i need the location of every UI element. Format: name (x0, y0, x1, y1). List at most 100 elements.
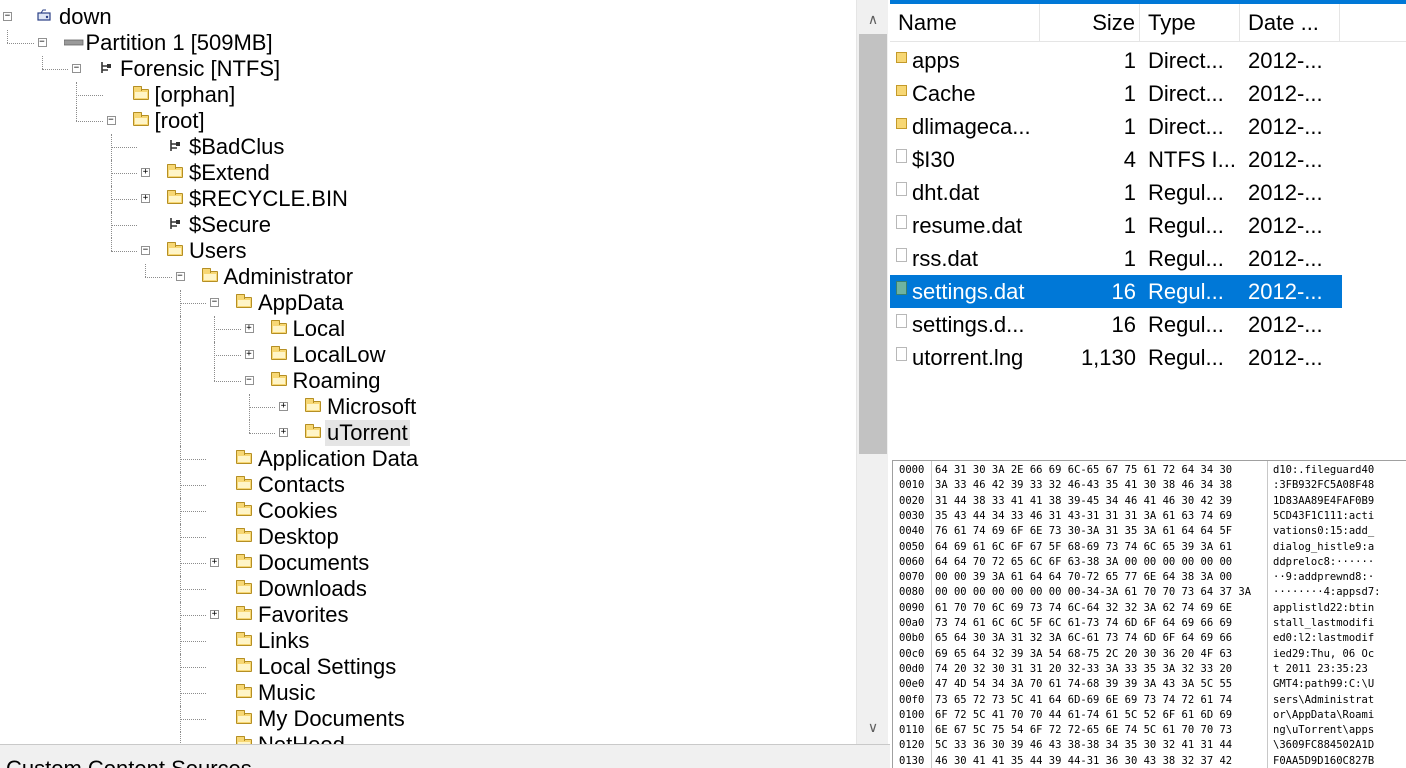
expand-icon[interactable]: + (210, 610, 219, 619)
hex-bytes: 76 61 74 69 6F 6E 73 30-3A 31 35 3A 61 6… (935, 525, 1233, 538)
tree-node[interactable]: NetHood (0, 732, 856, 744)
collapse-icon[interactable]: − (244, 376, 254, 385)
tree-node-label[interactable]: NetHood (256, 732, 347, 744)
tree-node[interactable]: + Favorites (0, 602, 856, 628)
tree-connector-line (214, 329, 241, 330)
tree-node[interactable]: Application Data (0, 446, 856, 472)
system-file-icon (167, 217, 183, 231)
collapse-icon[interactable]: − (141, 246, 150, 255)
collapse-icon[interactable]: − (106, 116, 116, 125)
tree-node[interactable]: − Forensic [NTFS] (0, 56, 856, 82)
tree-node[interactable]: − AppData (0, 290, 856, 316)
tree-node[interactable]: − Partition 1 [509MB] (0, 30, 856, 56)
tree-node[interactable]: − down (0, 4, 856, 30)
tree-node[interactable]: Desktop (0, 524, 856, 550)
tree-node[interactable]: Contacts (0, 472, 856, 498)
file-list[interactable]: Name Size Type Date ... apps 1 Direct... 20… (890, 4, 1406, 456)
tree-node-label[interactable]: Cookies (256, 498, 339, 524)
column-header-name[interactable]: Name (890, 4, 1040, 42)
hex-viewer[interactable]: 0000 64 31 30 3A 2E 66 69 6C-65 67 75 61 … (892, 460, 1406, 768)
file-row[interactable]: settings.d... 16 Regul... 2012-... (890, 308, 1342, 341)
file-row[interactable]: apps 1 Direct... 2012-... (890, 44, 1342, 77)
tree-node[interactable]: + Local (0, 316, 856, 342)
tree-node-label[interactable]: $RECYCLE.BIN (187, 186, 350, 212)
tree-node-label[interactable]: $Extend (187, 160, 272, 186)
file-row[interactable]: dlimageca... 1 Direct... 2012-... (890, 110, 1342, 143)
tree-node-label[interactable]: down (57, 4, 114, 30)
scrollbar-thumb[interactable] (859, 34, 887, 454)
collapse-icon[interactable]: − (210, 298, 219, 307)
collapse-icon[interactable]: − (175, 272, 185, 281)
tree-node-label[interactable]: Application Data (256, 446, 420, 472)
tree-node-label[interactable]: Desktop (256, 524, 341, 550)
collapse-icon[interactable]: − (3, 12, 12, 21)
collapse-icon[interactable]: − (37, 38, 47, 47)
tree-node[interactable]: + Microsoft (0, 394, 856, 420)
folder-tree[interactable]: − down − Partition 1 [509MB] − Forensic [NTFS… (0, 4, 856, 744)
tree-node-label[interactable]: Local (291, 316, 348, 342)
tree-node[interactable]: − Roaming (0, 368, 856, 394)
tree-node-label[interactable]: Roaming (291, 368, 383, 394)
tree-node-label[interactable]: Users (187, 238, 248, 264)
tree-node-label[interactable]: uTorrent (325, 420, 410, 446)
tree-node-label[interactable]: Downloads (256, 576, 369, 602)
tree-node-label[interactable]: Favorites (256, 602, 350, 628)
column-header-date[interactable]: Date ... (1240, 4, 1340, 42)
expand-icon[interactable]: + (244, 324, 254, 333)
tree-node[interactable]: $Secure (0, 212, 856, 238)
tree-node[interactable]: − [root] (0, 108, 856, 134)
tree-node[interactable]: Links (0, 628, 856, 654)
tree-node[interactable]: − Administrator (0, 264, 856, 290)
tree-node[interactable]: Music (0, 680, 856, 706)
tree-node[interactable]: $BadClus (0, 134, 856, 160)
tree-node-label[interactable]: Forensic [NTFS] (118, 56, 282, 82)
down-arrow-icon[interactable]: ∨ (857, 712, 889, 742)
tree-node-label[interactable]: LocalLow (291, 342, 388, 368)
tree-node-label[interactable]: Music (256, 680, 317, 706)
tree-node-label[interactable]: [root] (153, 108, 207, 134)
tree-scrollbar[interactable]: ∧ ∨ (856, 0, 888, 744)
tree-node-label[interactable]: Local Settings (256, 654, 398, 680)
tree-node[interactable]: − Users (0, 238, 856, 264)
column-header-type[interactable]: Type (1140, 4, 1240, 42)
file-row[interactable]: resume.dat 1 Regul... 2012-... (890, 209, 1342, 242)
expand-icon[interactable]: + (141, 194, 150, 203)
tree-node[interactable]: + $Extend (0, 160, 856, 186)
file-row[interactable]: settings.dat 16 Regul... 2012-... (890, 275, 1342, 308)
file-row[interactable]: $I30 4 NTFS I... 2012-... (890, 143, 1342, 176)
tree-node[interactable]: + uTorrent (0, 420, 856, 446)
collapse-icon[interactable]: − (72, 64, 81, 73)
expand-icon[interactable]: + (279, 402, 288, 411)
expand-icon[interactable]: + (141, 168, 150, 177)
tree-node-label[interactable]: $BadClus (187, 134, 286, 160)
tree-node[interactable]: Local Settings (0, 654, 856, 680)
tree-node[interactable]: Cookies (0, 498, 856, 524)
tree-node-label[interactable]: AppData (256, 290, 346, 316)
tree-node[interactable]: Downloads (0, 576, 856, 602)
tree-node[interactable]: My Documents (0, 706, 856, 732)
file-row[interactable]: dht.dat 1 Regul... 2012-... (890, 176, 1342, 209)
tree-node[interactable]: + LocalLow (0, 342, 856, 368)
tree-node[interactable]: + $RECYCLE.BIN (0, 186, 856, 212)
tree-node-label[interactable]: Administrator (222, 264, 356, 290)
expand-icon[interactable]: + (210, 558, 219, 567)
expand-icon[interactable]: + (279, 428, 288, 437)
up-arrow-icon[interactable]: ∧ (857, 4, 889, 34)
file-row[interactable]: utorrent.lng 1,130 Regul... 2012-... (890, 341, 1342, 374)
tree-node-label[interactable]: Links (256, 628, 311, 654)
tree-node[interactable]: + Documents (0, 550, 856, 576)
column-header-size[interactable]: Size (1040, 4, 1140, 42)
file-row[interactable]: Cache 1 Direct... 2012-... (890, 77, 1342, 110)
tree-node-label[interactable]: Contacts (256, 472, 347, 498)
tree-node-label[interactable]: $Secure (187, 212, 273, 238)
tree-node-label[interactable]: Partition 1 [509MB] (84, 30, 275, 56)
tree-node-label[interactable]: Microsoft (325, 394, 418, 420)
tree-node-label[interactable]: My Documents (256, 706, 407, 732)
file-date: 2012-... (1248, 246, 1323, 271)
file-row[interactable]: rss.dat 1 Regul... 2012-... (890, 242, 1342, 275)
folder-tree-pane[interactable]: − down − Partition 1 [509MB] − Forensic [NTFS… (0, 0, 888, 744)
expand-icon[interactable]: + (244, 350, 254, 359)
tree-node-label[interactable]: Documents (256, 550, 371, 576)
tree-node[interactable]: [orphan] (0, 82, 856, 108)
tree-node-label[interactable]: [orphan] (153, 82, 238, 108)
